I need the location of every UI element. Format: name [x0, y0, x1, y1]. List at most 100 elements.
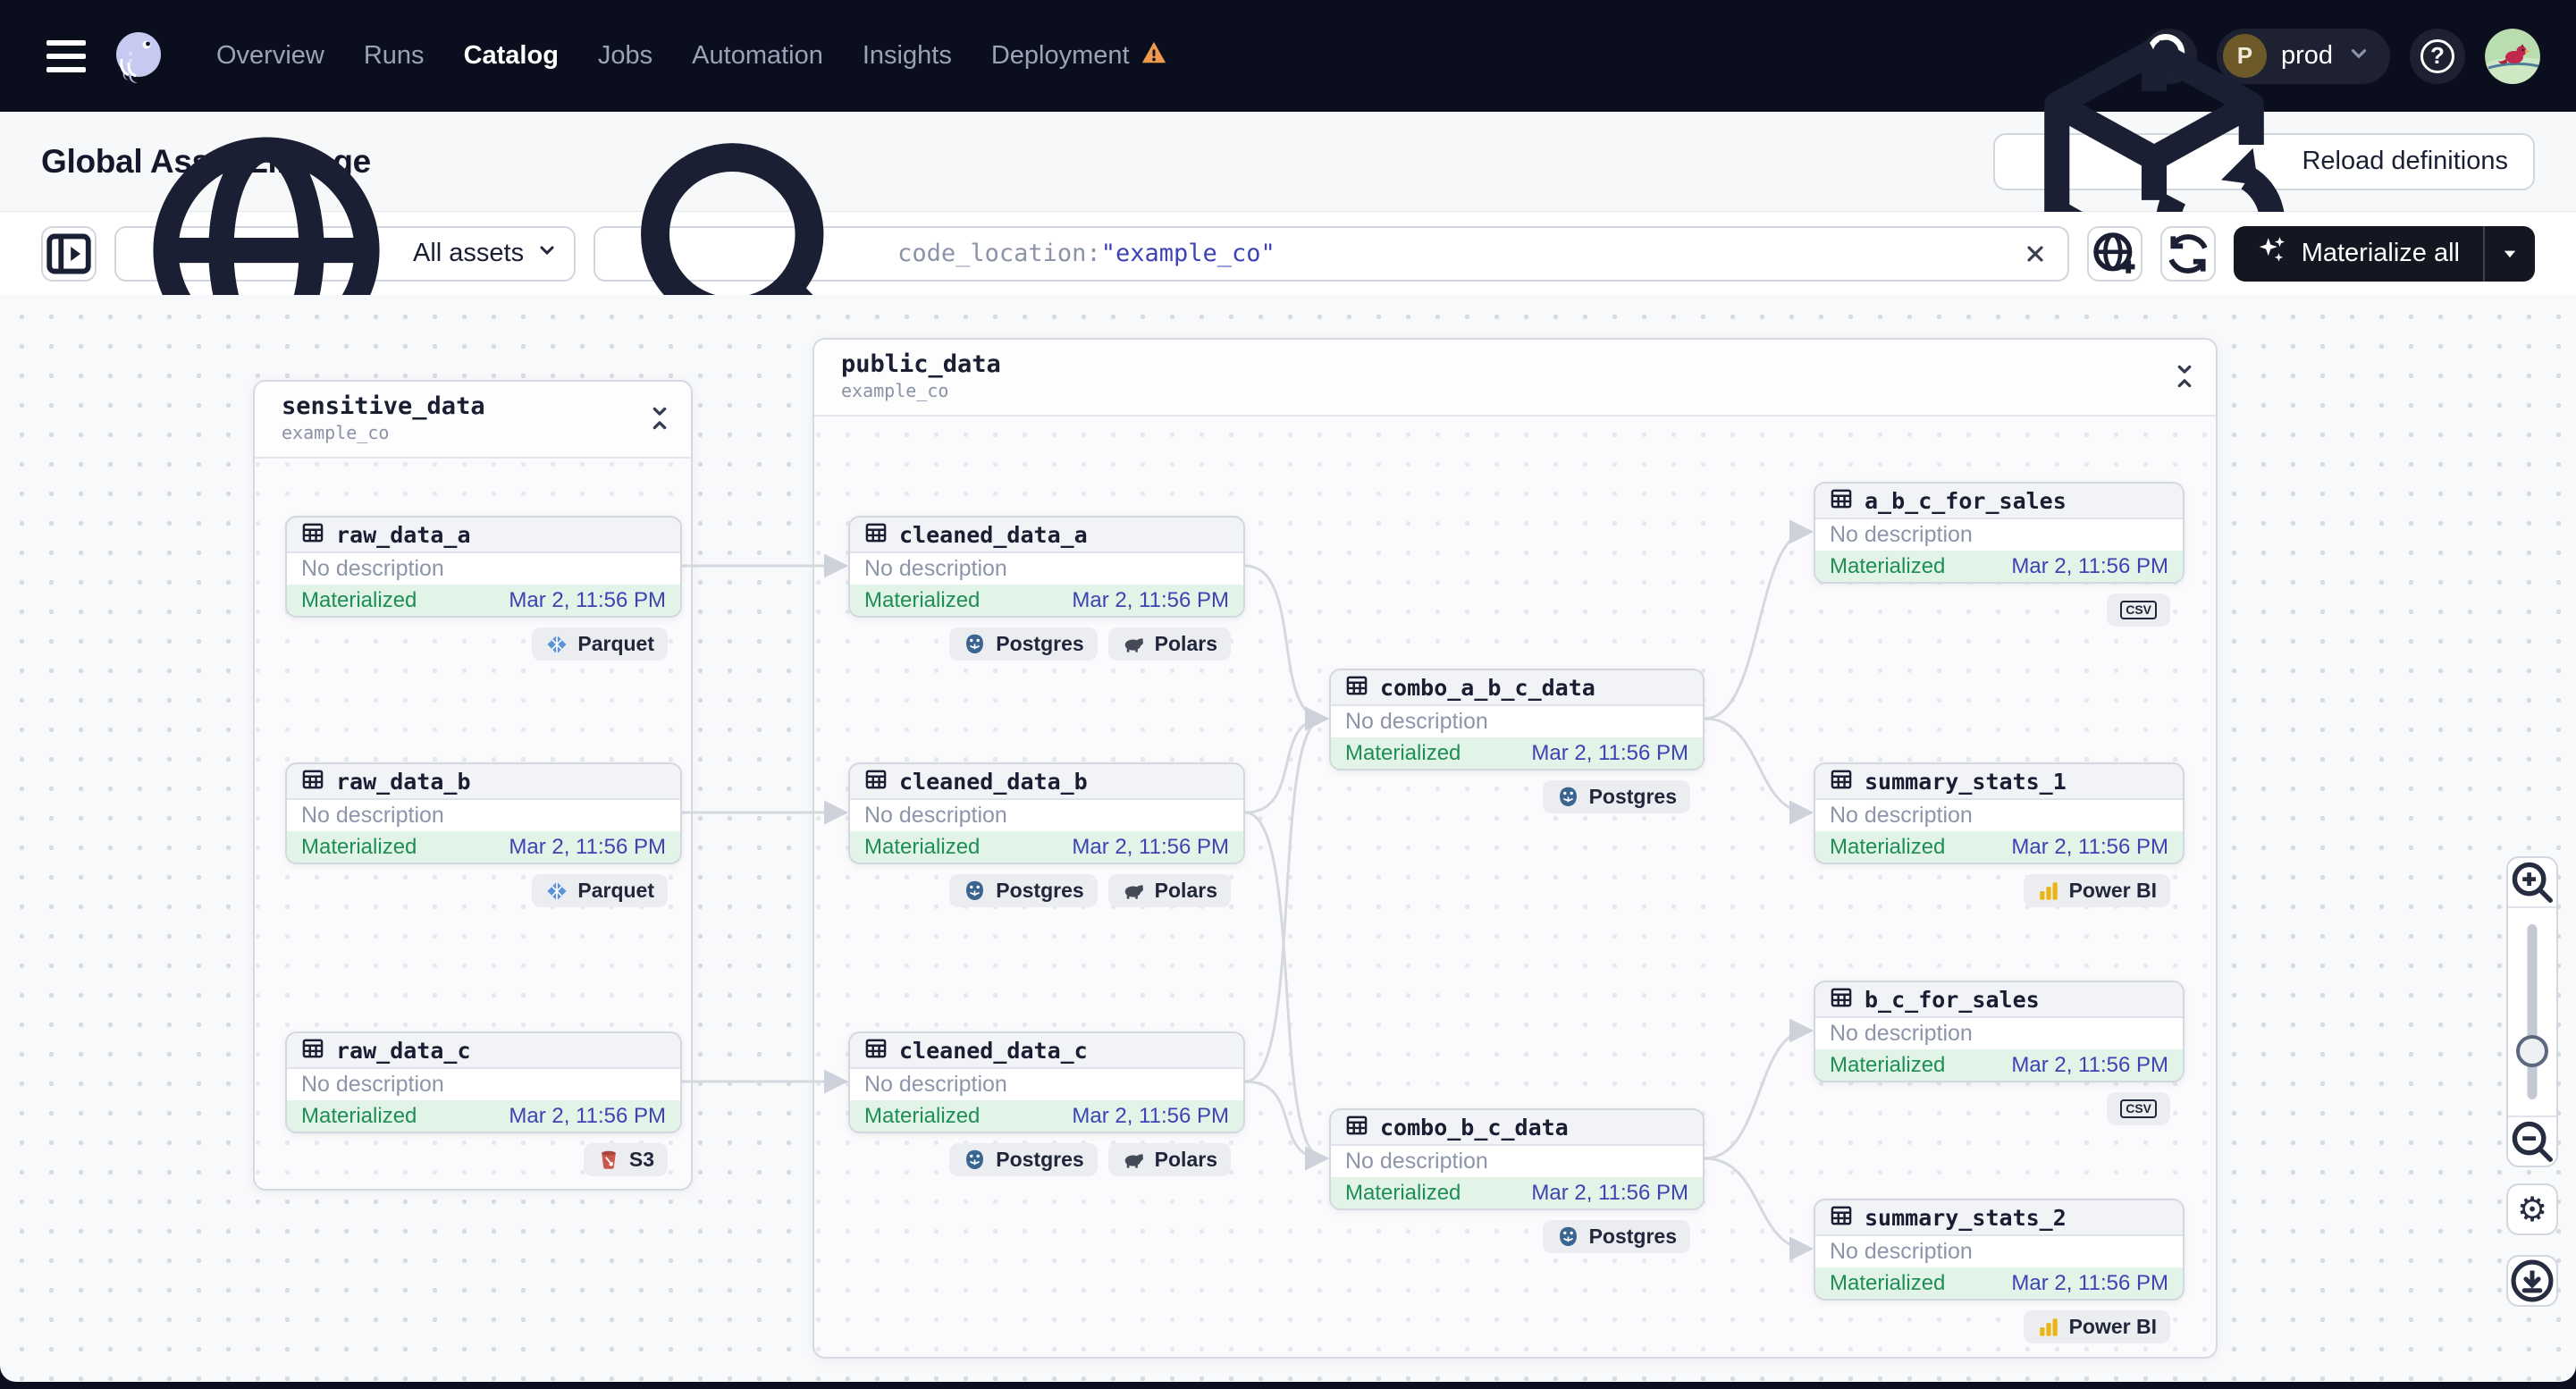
asset-materialization: Materialized Mar 2, 11:56 PM: [1815, 831, 2183, 863]
clear-search-icon[interactable]: [2023, 241, 2048, 266]
asset-timestamp: Mar 2, 11:56 PM: [2011, 834, 2168, 859]
new-asset-view-button[interactable]: [2086, 225, 2142, 282]
asset-node-header: b_c_for_sales: [1815, 982, 2183, 1018]
settings-button[interactable]: ⚙: [2506, 1183, 2558, 1235]
nav-items: Overview Runs Catalog Jobs Automation Insight…: [216, 39, 1167, 73]
nav-item-catalog[interactable]: Catalog: [464, 41, 559, 71]
asset-node-raw_data_a[interactable]: raw_data_a No description Materialized M…: [285, 516, 682, 618]
asset-status: Materialized: [1830, 834, 1946, 859]
asset-description: No description: [1331, 706, 1703, 737]
tag-csv[interactable]: CSV: [2107, 1092, 2170, 1125]
table-icon: [301, 521, 324, 549]
polars-icon: [1122, 632, 1146, 656]
tag-postgres[interactable]: Postgres: [1542, 780, 1690, 813]
asset-timestamp: Mar 2, 11:56 PM: [1072, 834, 1229, 859]
tag-csv[interactable]: CSV: [2107, 593, 2170, 627]
group-header[interactable]: public_data example_co: [814, 340, 2216, 417]
warning-icon: [1141, 39, 1167, 73]
materialize-all-button[interactable]: Materialize all: [2234, 226, 2483, 282]
asset-materialization: Materialized Mar 2, 11:56 PM: [287, 1100, 680, 1132]
download-button[interactable]: [2506, 1255, 2558, 1307]
asset-node-a_b_c_for_sales[interactable]: a_b_c_for_sales No description Materiali…: [1814, 482, 2185, 584]
sparkle-icon: [2257, 235, 2287, 273]
asset-node-raw_data_b[interactable]: raw_data_b No description Materialized M…: [285, 762, 682, 864]
tag-polars[interactable]: Polars: [1107, 874, 1231, 907]
collapse-group-icon[interactable]: [2173, 363, 2196, 394]
asset-status: Materialized: [1345, 740, 1461, 765]
asset-timestamp: Mar 2, 11:56 PM: [509, 834, 666, 859]
zoom-controls: [2506, 856, 2558, 1167]
dagster-logo-icon[interactable]: [109, 27, 168, 86]
asset-node-b_c_for_sales[interactable]: b_c_for_sales No description Materialize…: [1814, 981, 2185, 1082]
asset-node-cleaned_data_b[interactable]: cleaned_data_b No description Materializ…: [848, 762, 1245, 864]
group-location: example_co: [282, 422, 390, 443]
tag-polars[interactable]: Polars: [1107, 627, 1231, 661]
asset-scope-dropdown[interactable]: All assets: [114, 136, 577, 364]
group-header[interactable]: sensitive_data example_co: [255, 382, 691, 459]
lineage-canvas[interactable]: sensitive_data example_co public_data ex…: [0, 295, 2576, 1382]
help-icon[interactable]: ?: [2410, 28, 2465, 84]
tag-parquet[interactable]: Parquet: [532, 627, 668, 661]
nav-item-runs[interactable]: Runs: [364, 41, 425, 71]
postgres-icon: [963, 879, 987, 903]
asset-name: a_b_c_for_sales: [1865, 487, 2067, 514]
tag-postgres[interactable]: Postgres: [949, 874, 1098, 907]
sidebar-toggle-button[interactable]: [41, 225, 97, 282]
nav-item-jobs[interactable]: Jobs: [598, 41, 652, 71]
tag-power-bi[interactable]: Power BI: [2023, 1310, 2170, 1343]
zoom-in-button[interactable]: [2508, 858, 2556, 908]
asset-status: Materialized: [1830, 1270, 1946, 1295]
zoom-slider[interactable]: [2508, 908, 2556, 1115]
asset-node-combo_a_b_c_data[interactable]: combo_a_b_c_data No description Material…: [1329, 669, 1705, 770]
asset-node-summary_stats_2[interactable]: summary_stats_2 No description Materiali…: [1814, 1199, 2185, 1301]
tag-power-bi[interactable]: Power BI: [2023, 874, 2170, 907]
tag-s3[interactable]: S3: [583, 1143, 668, 1176]
asset-materialization: Materialized Mar 2, 11:56 PM: [1331, 1177, 1703, 1208]
asset-timestamp: Mar 2, 11:56 PM: [1072, 587, 1229, 612]
asset-node-header: combo_b_c_data: [1331, 1110, 1703, 1146]
nav-item-deployment[interactable]: Deployment: [991, 39, 1167, 73]
postgres-icon: [1556, 785, 1580, 809]
nav-item-automation[interactable]: Automation: [692, 41, 823, 71]
avatar[interactable]: [2485, 28, 2540, 84]
asset-materialization: Materialized Mar 2, 11:56 PM: [1331, 737, 1703, 769]
asset-materialization: Materialized Mar 2, 11:56 PM: [1815, 551, 2183, 582]
asset-description: No description: [1331, 1146, 1703, 1177]
asset-tags-raw_data_b: Parquet: [285, 874, 682, 907]
tag-polars[interactable]: Polars: [1107, 1143, 1231, 1176]
table-icon: [301, 768, 324, 796]
menu-icon[interactable]: [46, 39, 86, 72]
asset-node-summary_stats_1[interactable]: summary_stats_1 No description Materiali…: [1814, 762, 2185, 864]
asset-tags-b_c_for_sales: CSV: [1814, 1092, 2185, 1125]
asset-node-header: raw_data_a: [287, 518, 680, 553]
materialize-options-button[interactable]: [2485, 226, 2535, 282]
asset-materialization: Materialized Mar 2, 11:56 PM: [287, 831, 680, 863]
asset-node-cleaned_data_a[interactable]: cleaned_data_a No description Materializ…: [848, 516, 1245, 618]
asset-node-combo_b_c_data[interactable]: combo_b_c_data No description Materializ…: [1329, 1108, 1705, 1210]
collapse-group-icon[interactable]: [648, 405, 671, 436]
tag-parquet[interactable]: Parquet: [532, 874, 668, 907]
nav-item-overview[interactable]: Overview: [216, 41, 324, 71]
asset-tags-cleaned_data_a: Postgres Polars: [848, 627, 1245, 661]
zoom-slider-handle[interactable]: [2516, 1035, 2548, 1067]
reload-definitions-button[interactable]: Reload definitions: [1993, 39, 2535, 287]
asset-node-cleaned_data_c[interactable]: cleaned_data_c No description Materializ…: [848, 1031, 1245, 1133]
asset-name: combo_a_b_c_data: [1380, 674, 1595, 701]
asset-materialization: Materialized Mar 2, 11:56 PM: [850, 1100, 1243, 1132]
materialize-all-split-button: Materialize all: [2233, 225, 2535, 282]
nav-item-insights[interactable]: Insights: [863, 41, 952, 71]
asset-timestamp: Mar 2, 11:56 PM: [2011, 1270, 2168, 1295]
refresh-button[interactable]: [2159, 225, 2216, 282]
group-location: example_co: [841, 380, 949, 401]
asset-timestamp: Mar 2, 11:56 PM: [1531, 740, 1688, 765]
tag-postgres[interactable]: Postgres: [949, 627, 1098, 661]
tag-postgres[interactable]: Postgres: [949, 1143, 1098, 1176]
asset-node-header: combo_a_b_c_data: [1331, 670, 1703, 706]
parquet-icon: [545, 880, 568, 903]
table-icon: [864, 1037, 888, 1065]
zoom-out-button[interactable]: [2508, 1115, 2556, 1166]
asset-node-raw_data_c[interactable]: raw_data_c No description Materialized M…: [285, 1031, 682, 1133]
tag-postgres[interactable]: Postgres: [1542, 1220, 1690, 1253]
asset-description: No description: [1815, 1236, 2183, 1267]
asset-search-input[interactable]: code_location:"example_co": [593, 143, 2069, 366]
